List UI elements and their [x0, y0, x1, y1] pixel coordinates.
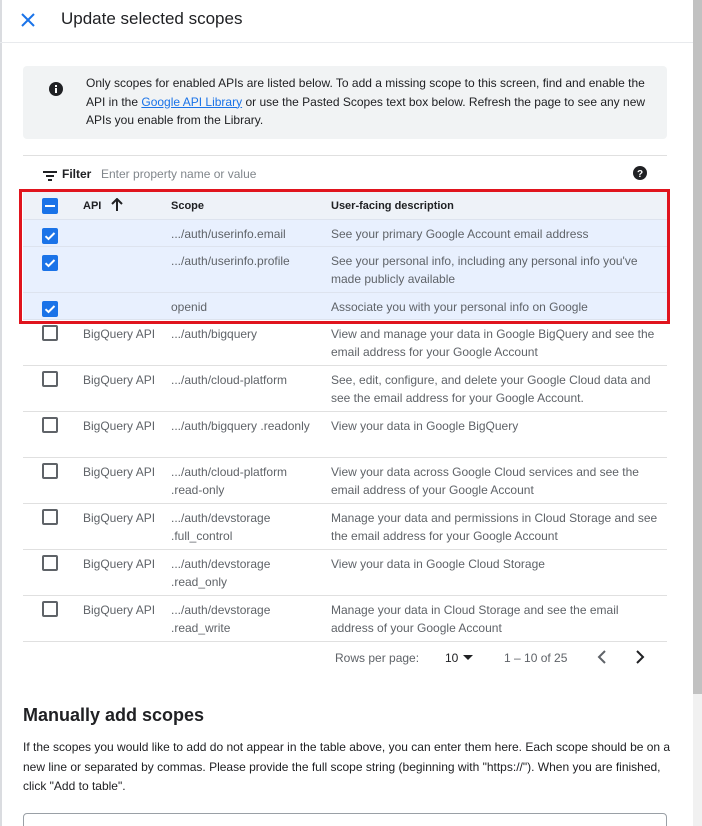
dialog-title: Update selected scopes [61, 9, 243, 28]
row-checkbox[interactable] [42, 255, 58, 271]
row-checkbox[interactable] [42, 555, 58, 571]
manual-scopes-title: Manually add scopes [23, 705, 205, 725]
cell-scope: .../auth/cloud-platform .read-only [171, 465, 288, 497]
manual-scopes-description: If the scopes you would like to add do n… [23, 740, 671, 793]
row-checkbox[interactable] [42, 601, 58, 617]
cell-scope: .../auth/devstorage .read_only [171, 557, 271, 589]
cell-description: View your data across Google Cloud servi… [331, 465, 639, 497]
table-row[interactable]: BigQuery API .../auth/bigquery View and ma… [23, 320, 667, 366]
cell-api: BigQuery API [83, 373, 156, 387]
scopes-table: API Scope User-facing description .../au… [23, 192, 667, 642]
row-checkbox[interactable] [42, 417, 58, 433]
column-header-scope[interactable]: Scope [171, 198, 321, 214]
table-row[interactable]: BigQuery API .../auth/devstorage .read_wr… [23, 596, 667, 642]
cell-description: Associate you with your personal info on… [331, 300, 588, 314]
row-checkbox[interactable] [42, 228, 58, 244]
cell-api: BigQuery API [83, 465, 156, 479]
rows-per-page-label: Rows per page: [335, 651, 420, 665]
table-row[interactable]: BigQuery API .../auth/cloud-platform See, … [23, 366, 667, 412]
table-row[interactable]: openid Associate you with your personal i… [23, 293, 667, 320]
close-icon[interactable] [16, 8, 40, 32]
cell-api: BigQuery API [83, 327, 156, 341]
pagination: Rows per page: 10 1 – 10 of 25 [23, 643, 667, 673]
row-checkbox[interactable] [42, 301, 58, 317]
info-text: Only scopes for enabled APIs are listed … [86, 74, 661, 130]
cell-description: View your data in Google BigQuery [331, 419, 519, 433]
cell-scope: .../auth/userinfo.email [171, 227, 286, 241]
row-checkbox[interactable] [42, 509, 58, 525]
cell-scope: .../auth/cloud-platform [171, 373, 288, 387]
cell-scope: .../auth/userinfo.profile [171, 254, 290, 268]
table-row[interactable]: BigQuery API .../auth/bigquery .readonly V… [23, 412, 667, 458]
column-header-api[interactable]: API [83, 198, 163, 214]
table-row[interactable]: BigQuery API .../auth/devstorage .full_co… [23, 504, 667, 550]
table-body: .../auth/userinfo.email See your primary … [23, 220, 667, 642]
cell-api: BigQuery API [83, 419, 156, 433]
scrollbar-track[interactable] [693, 694, 702, 826]
row-checkbox[interactable] [42, 371, 58, 387]
cell-description: See your personal info, including any pe… [331, 254, 638, 286]
cell-api: BigQuery API [83, 511, 156, 525]
table-row[interactable]: .../auth/userinfo.email See your primary … [23, 220, 667, 247]
table-row[interactable]: BigQuery API .../auth/devstorage .read_on… [23, 550, 667, 596]
cell-scope: .../auth/bigquery [171, 327, 258, 341]
svg-text:?: ? [637, 169, 643, 180]
help-icon[interactable]: ? [633, 166, 647, 180]
cell-api: BigQuery API [83, 603, 156, 617]
rows-per-page-select[interactable]: 10 [445, 651, 458, 665]
panel-edge [0, 0, 2, 826]
info-banner: Only scopes for enabled APIs are listed … [23, 66, 667, 139]
api-library-link[interactable]: Google API Library [141, 95, 242, 109]
filter-bar: Filter ? [23, 155, 667, 191]
cell-description: Manage your data in Cloud Storage and se… [331, 603, 619, 635]
row-checkbox[interactable] [42, 325, 58, 341]
filter-icon[interactable] [43, 169, 57, 181]
cell-scope: .../auth/devstorage .full_control [171, 511, 271, 543]
table-row[interactable]: BigQuery API .../auth/cloud-platform .rea… [23, 458, 667, 504]
select-all-checkbox[interactable] [42, 198, 58, 214]
table-row[interactable]: .../auth/userinfo.profile See your person… [23, 247, 667, 293]
sort-arrow-icon[interactable] [111, 197, 123, 212]
filter-input[interactable] [101, 164, 581, 184]
dialog-header: Update selected scopes [0, 0, 693, 43]
page-range: 1 – 10 of 25 [504, 651, 568, 665]
chevron-right-icon[interactable] [632, 647, 648, 667]
pasted-scopes-textarea[interactable] [23, 813, 667, 826]
chevron-left-icon[interactable] [594, 647, 610, 667]
cell-scope: openid [171, 300, 208, 314]
row-checkbox[interactable] [42, 463, 58, 479]
scrollbar-thumb[interactable] [693, 0, 702, 694]
caret-down-icon[interactable] [463, 655, 473, 660]
cell-api: BigQuery API [83, 557, 156, 571]
info-icon [49, 82, 63, 96]
cell-description: Manage your data and permissions in Clou… [331, 511, 658, 543]
cell-description: View and manage your data in Google BigQ… [331, 327, 655, 359]
cell-scope: .../auth/devstorage .read_write [171, 603, 271, 635]
cell-scope: .../auth/bigquery .readonly [171, 419, 310, 433]
filter-label: Filter [62, 167, 92, 181]
cell-description: See your primary Google Account email ad… [331, 227, 589, 241]
cell-description: View your data in Google Cloud Storage [331, 557, 545, 571]
table-header: API Scope User-facing description [23, 192, 667, 220]
cell-description: See, edit, configure, and delete your Go… [331, 373, 651, 405]
column-header-description[interactable]: User-facing description [331, 198, 661, 214]
